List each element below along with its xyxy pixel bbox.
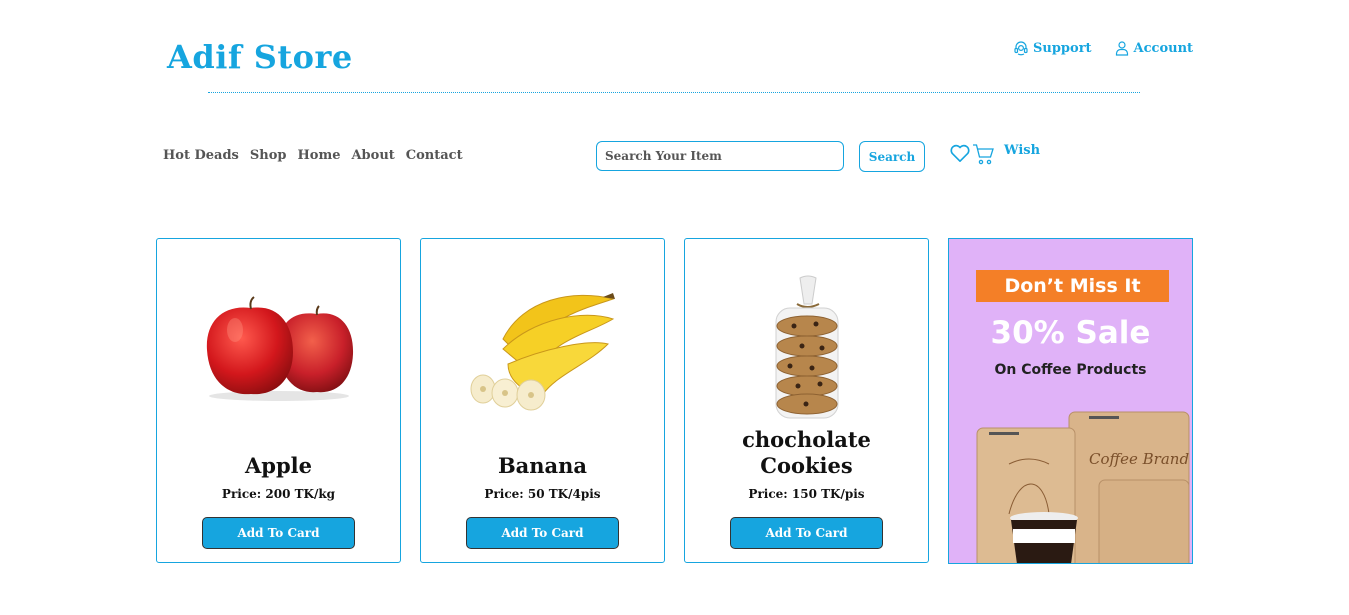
search-button[interactable]: Search <box>859 141 925 172</box>
account-link[interactable]: Account <box>1114 40 1194 56</box>
nav-item-home[interactable]: Home <box>297 148 340 163</box>
product-image <box>421 259 664 439</box>
promo-subtitle: On Coffee Products <box>994 362 1147 378</box>
nav-item-about[interactable]: About <box>351 148 394 163</box>
product-card-banana: Banana Price: 50 TK/4pis Add To Card <box>420 238 665 563</box>
product-card-apple: Apple Price: 200 TK/kg Add To Card <box>156 238 401 563</box>
product-image <box>157 259 400 439</box>
promo-tag: Don’t Miss It <box>976 270 1169 302</box>
store-logo[interactable]: Adif Store <box>167 38 353 76</box>
product-name: Apple <box>245 453 312 478</box>
product-price: Price: 150 TK/pis <box>748 487 865 501</box>
product-name: Banana <box>497 453 588 478</box>
apple-image <box>206 296 353 401</box>
main-nav: Hot Deads Shop Home About Contact <box>163 148 463 163</box>
promo-banner[interactable]: Don’t Miss It 30% Sale On Coffee Product… <box>948 238 1193 564</box>
banana-image <box>470 293 615 411</box>
nav-item-shop[interactable]: Shop <box>250 148 287 163</box>
search-input[interactable] <box>596 141 844 171</box>
add-to-card-button[interactable]: Add To Card <box>202 517 355 549</box>
product-image <box>685 259 928 439</box>
wish-link[interactable]: Wish <box>1004 143 1040 158</box>
coffee-bags-image: Coffee Brand <box>976 411 1190 563</box>
top-links: Support Account <box>1013 40 1193 56</box>
support-link[interactable]: Support <box>1013 40 1092 56</box>
support-label: Support <box>1033 40 1092 56</box>
product-price: Price: 200 TK/kg <box>221 487 336 501</box>
product-card-cookies: chocholate Cookies Price: 150 TK/pis Add… <box>684 238 929 563</box>
account-icon <box>1115 41 1128 56</box>
bag-label: Coffee Brand <box>1089 450 1189 468</box>
promo-headline: 30% Sale <box>990 315 1151 351</box>
product-name: chocholate Cookies <box>742 427 871 478</box>
cookies-image <box>775 275 838 419</box>
header-divider <box>208 92 1140 93</box>
nav-item-hot-deads[interactable]: Hot Deads <box>163 148 239 163</box>
heart-icon[interactable] <box>949 143 971 163</box>
add-to-card-button[interactable]: Add To Card <box>466 517 619 549</box>
product-price: Price: 50 TK/4pis <box>484 487 601 501</box>
support-icon <box>1014 41 1028 56</box>
account-label: Account <box>1133 40 1194 56</box>
cart-icon[interactable] <box>972 142 996 166</box>
add-to-card-button[interactable]: Add To Card <box>730 517 883 549</box>
nav-item-contact[interactable]: Contact <box>406 148 463 163</box>
